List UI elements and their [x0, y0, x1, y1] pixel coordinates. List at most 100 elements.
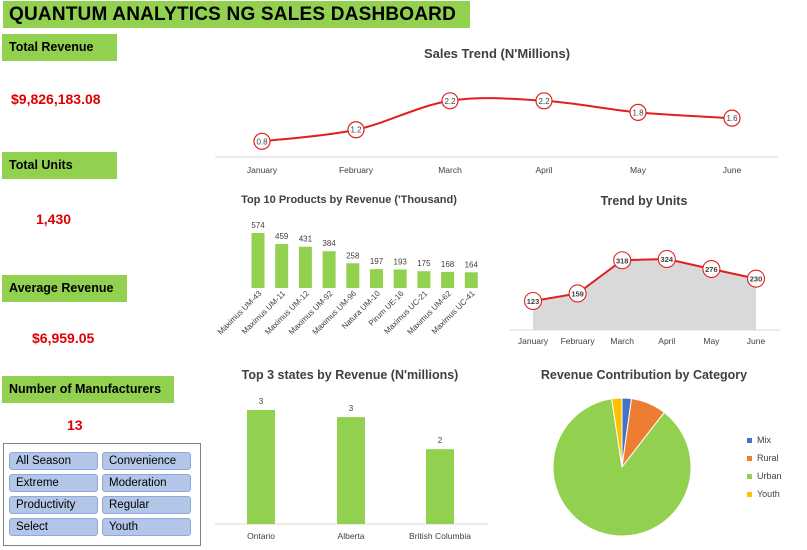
top-states-data-label: 3	[349, 404, 354, 413]
top-products-tick-label: Maximus UM-92	[287, 289, 335, 337]
sales-trend-data-label: 1.6	[726, 114, 738, 123]
sales-trend-data-label: 2.2	[444, 97, 456, 106]
manufacturers-value: 13	[67, 417, 83, 433]
category-pie-title: Revenue Contribution by Category	[540, 368, 748, 382]
units-trend-data-label: 230	[750, 275, 763, 284]
units-trend-data-label: 159	[571, 289, 584, 298]
units-trend-area	[533, 259, 756, 330]
top-products-tick-label: Maximus UM-11	[240, 289, 288, 337]
top-products-data-label: 175	[417, 259, 431, 268]
sales-trend-point	[253, 132, 271, 150]
total-revenue-value: $9,826,183.08	[11, 91, 101, 107]
sales-trend-data-label: 1.8	[632, 108, 644, 117]
sales-trend-data-label: 2.2	[538, 97, 550, 106]
category-pie-slice	[621, 398, 665, 469]
top-products-title: Top 10 Products by Revenue ('Thousand)	[241, 194, 457, 206]
top-products-bar	[417, 271, 431, 288]
top-products-bar	[370, 269, 383, 288]
units-trend-data-label: 276	[705, 265, 718, 274]
manufacturers-label: Number of Manufacturers	[2, 376, 174, 403]
sales-trend-tick-label: June	[723, 165, 742, 175]
units-trend-tick-label: January	[518, 336, 549, 346]
top-states-title: Top 3 states by Revenue (N'millions)	[241, 368, 459, 382]
slicer-item-moderation[interactable]: Moderation	[102, 474, 191, 492]
sales-trend-point	[347, 121, 365, 139]
sales-trend-point	[535, 92, 553, 110]
top-products-tick-label: Maximus UM-12	[263, 289, 311, 337]
units-trend-tick-label: April	[658, 336, 675, 346]
units-trend-tick-label: May	[703, 336, 720, 346]
slicer-item-convenience[interactable]: Convenience	[102, 452, 191, 470]
sales-trend-tick-label: January	[247, 165, 278, 175]
top-products-bar	[298, 246, 312, 288]
sales-trend-point	[723, 109, 741, 127]
top-products-data-label: 459	[275, 232, 289, 241]
top-products-data-label: 384	[322, 239, 336, 248]
units-trend-point	[746, 269, 766, 288]
top-products-data-label: 164	[465, 260, 479, 269]
units-trend-tick-label: February	[561, 336, 596, 346]
top-products-bar	[251, 233, 265, 288]
category-pie-slice	[621, 397, 633, 468]
top-products-tick-label: Maximus UC-21	[382, 289, 429, 336]
top-products-tick-label: Maximus UM-62	[405, 289, 453, 337]
sales-trend-data-label: 0.8	[256, 137, 268, 146]
dashboard-title: QUANTUM ANALYTICS NG SALES DASHBOARD	[3, 1, 470, 28]
units-trend-data-label: 318	[616, 256, 629, 265]
category-legend-item: Rural	[747, 453, 779, 463]
top-states-tick-label: Alberta	[338, 531, 365, 541]
slicer-item-productivity[interactable]: Productivity	[9, 496, 98, 514]
top-products-bar	[464, 272, 478, 288]
sales-trend-title: Sales Trend (N'Millions)	[423, 46, 571, 61]
slicer-item-youth[interactable]: Youth	[102, 518, 191, 536]
slicer-item-extreme[interactable]: Extreme	[9, 474, 98, 492]
sales-trend-point	[441, 92, 459, 110]
average-revenue-label: Average Revenue	[2, 275, 127, 302]
legend-swatch-icon	[747, 438, 752, 444]
slicer-item-select[interactable]: Select	[9, 518, 98, 536]
top-products-data-label: 431	[299, 235, 313, 244]
top-products-bar	[346, 263, 360, 288]
slicer-item-regular[interactable]: Regular	[102, 496, 191, 514]
top-products-bar	[322, 251, 336, 288]
category-legend-item: Mix	[747, 435, 771, 445]
sales-trend-tick-label: February	[339, 165, 374, 175]
sales-trend-tick-label: May	[630, 165, 647, 175]
legend-swatch-icon	[747, 492, 752, 498]
units-trend-data-label: 324	[661, 255, 674, 264]
category-pie-slice	[552, 398, 692, 537]
units-trend-point	[568, 284, 587, 303]
units-trend-point	[657, 249, 676, 269]
top-products-tick-label: Maximus UM-43	[216, 289, 264, 337]
top-products-bar	[275, 244, 289, 288]
sales-trend-tick-label: April	[535, 165, 552, 175]
category-pie-slice	[611, 397, 623, 468]
units-trend-point	[523, 291, 543, 311]
top-products-tick-label: Natura UM-10	[340, 289, 382, 331]
legend-label: Youth	[757, 489, 780, 499]
top-products-data-label: 193	[394, 258, 408, 267]
total-revenue-label: Total Revenue	[2, 34, 117, 61]
top-products-data-label: 258	[346, 251, 360, 260]
average-revenue-value: $6,959.05	[32, 330, 95, 346]
sales-trend-line	[261, 97, 733, 143]
units-trend-data-label: 123	[527, 297, 540, 306]
slicer-item-all-season[interactable]: All Season	[9, 452, 98, 470]
sales-trend-tick-label: March	[438, 165, 462, 175]
legend-swatch-icon	[747, 474, 752, 480]
top-states-data-label: 3	[259, 397, 264, 406]
top-states-data-label: 2	[438, 436, 443, 445]
units-trend-tick-label: March	[610, 336, 634, 346]
top-states-bar	[247, 410, 275, 524]
top-products-bar	[441, 271, 455, 288]
units-trend-title: Trend by Units	[600, 194, 688, 208]
top-states-bar	[426, 449, 454, 524]
legend-label: Mix	[757, 435, 771, 445]
units-trend-point	[702, 259, 721, 279]
sales-trend-data-label: 1.2	[350, 126, 362, 135]
units-trend-tick-label: June	[747, 336, 766, 346]
top-states-tick-label: British Columbia	[409, 531, 471, 541]
top-states-bar	[337, 417, 365, 524]
legend-label: Urban	[757, 471, 782, 481]
units-trend-point	[613, 251, 632, 270]
